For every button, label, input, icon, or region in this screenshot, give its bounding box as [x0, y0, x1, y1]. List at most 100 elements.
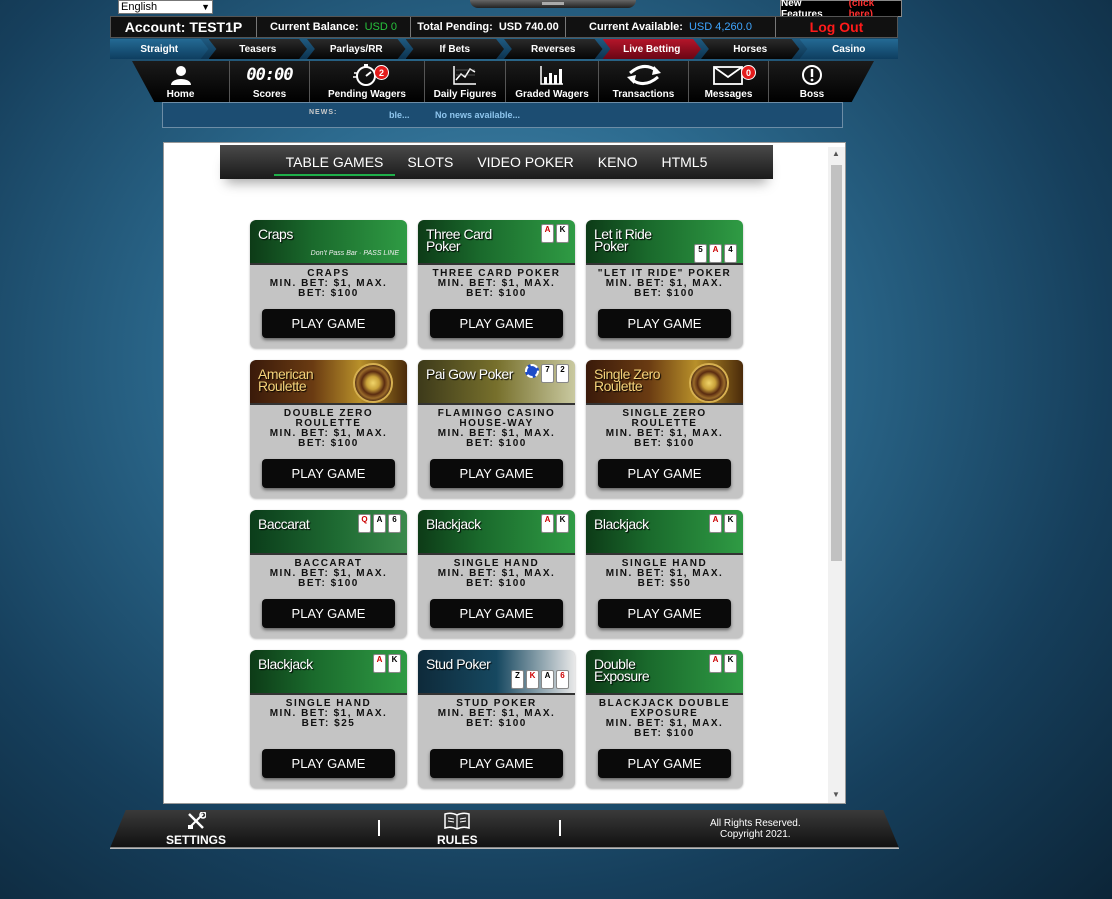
banner-title: Pai Gow Poker [426, 366, 513, 382]
nav-pending-wagers[interactable]: 2 Pending Wagers [310, 61, 425, 102]
game-limits: MIN. BET: $1, MAX. BET: $100 [437, 428, 556, 449]
game-info: STUD POKER MIN. BET: $1, MAX. BET: $100 [418, 695, 575, 747]
game-banner: Pai Gow Poker 72 [418, 360, 575, 405]
scroll-up-icon[interactable]: ▲ [832, 149, 840, 158]
top-drawer-handle[interactable] [470, 0, 636, 8]
game-name: DOUBLE ZERO ROULETTE [283, 408, 374, 429]
game-name: BLACKJACK DOUBLE EXPOSURE [598, 698, 731, 719]
play-game-button[interactable]: PLAY GAME [598, 599, 731, 628]
game-banner: Let it Ride Poker 5A4 [586, 220, 743, 265]
available-value: USD 4,260.0 [688, 21, 752, 33]
tab-html5[interactable]: HTML5 [649, 145, 719, 179]
tools-icon [186, 811, 207, 833]
nav-home[interactable]: Home [132, 61, 230, 102]
tab-video-poker[interactable]: VIDEO POKER [465, 145, 585, 179]
settings-label: SETTINGS [166, 833, 227, 847]
game-banner: Blackjack AK [418, 510, 575, 555]
play-game-button[interactable]: PLAY GAME [430, 309, 563, 338]
rules-label: RULES [437, 833, 478, 847]
play-game-button[interactable]: PLAY GAME [262, 459, 395, 488]
nav-messages[interactable]: 0 Messages [689, 61, 769, 102]
rights-text: All Rights Reserved. [710, 818, 801, 829]
scrollbar[interactable]: ▲ ▼ [828, 147, 845, 803]
games-grid: Craps Don't Pass Bar · PASS LINE CRAPS M… [250, 220, 750, 788]
tab-slots[interactable]: SLOTS [395, 145, 465, 179]
game-banner: Single Zero Roulette [586, 360, 743, 405]
banner-title: Blackjack [426, 516, 481, 532]
language-value: English [121, 1, 158, 13]
game-limits: MIN. BET: $1, MAX. BET: $100 [605, 278, 724, 299]
play-game-button[interactable]: PLAY GAME [430, 459, 563, 488]
nav-scores-label: Scores [252, 89, 287, 100]
nav-transactions[interactable]: Transactions [599, 61, 689, 102]
game-limits: MIN. BET: $1, MAX. BET: $50 [605, 568, 724, 589]
casino-tabs: TABLE GAMES SLOTS VIDEO POKER KENO HTML5 [220, 145, 773, 179]
roulette-wheel-icon [353, 363, 393, 403]
sports-nav-live-betting[interactable]: Live Betting [602, 39, 701, 59]
play-game-button[interactable]: PLAY GAME [430, 599, 563, 628]
sports-nav-if-bets[interactable]: If Bets [405, 39, 504, 59]
sports-nav-horses[interactable]: Horses [701, 39, 800, 59]
account-label: Account: TEST1P [111, 17, 257, 37]
scroll-down-icon[interactable]: ▼ [832, 790, 840, 799]
cards-icon: AK [541, 514, 569, 533]
banner-title: Three Card Poker [426, 226, 492, 254]
cards-icon: AK [541, 224, 569, 243]
game-banner: Double Exposure AK [586, 650, 743, 695]
nav-scores[interactable]: 00:00 Scores [230, 61, 310, 102]
nav-daily-figures[interactable]: Daily Figures [425, 61, 506, 102]
sports-nav-reverses[interactable]: Reverses [504, 39, 603, 59]
game-card: Let it Ride Poker 5A4 "LET IT RIDE" POKE… [586, 220, 743, 348]
current-available: Current Available: USD 4,260.0 [566, 17, 776, 37]
nav-boss[interactable]: Boss [769, 61, 855, 102]
play-game-button[interactable]: PLAY GAME [262, 309, 395, 338]
play-game-button[interactable]: PLAY GAME [598, 459, 731, 488]
play-game-button[interactable]: PLAY GAME [262, 749, 395, 778]
new-features-link[interactable]: New Features (click here) [780, 0, 902, 20]
play-game-button[interactable]: PLAY GAME [598, 309, 731, 338]
game-banner: Stud Poker ZKA6 [418, 650, 575, 695]
logout-button[interactable]: Log Out [776, 17, 897, 37]
game-limits: MIN. BET: $1, MAX. BET: $100 [269, 278, 388, 299]
news-bar: NEWS: ble... No news available... [162, 102, 843, 128]
sports-nav-straight[interactable]: Straight [110, 39, 209, 59]
cards-icon: 72 [525, 364, 569, 383]
game-banner: Craps Don't Pass Bar · PASS LINE [250, 220, 407, 265]
nav-graded-label: Graded Wagers [515, 89, 589, 100]
scrollbar-thumb[interactable] [831, 165, 842, 561]
felt-decoration-icon: Don't Pass Bar · PASS LINE [310, 250, 399, 257]
sports-nav-teasers[interactable]: Teasers [208, 39, 307, 59]
play-game-button[interactable]: PLAY GAME [262, 599, 395, 628]
banner-title: Stud Poker [426, 656, 491, 672]
tab-keno[interactable]: KENO [586, 145, 650, 179]
current-balance: Current Balance: USD 0 [257, 17, 411, 37]
tab-table-games[interactable]: TABLE GAMES [273, 145, 396, 179]
rules-button[interactable]: RULES [437, 812, 478, 847]
game-info: BLACKJACK DOUBLE EXPOSURE MIN. BET: $1, … [586, 695, 743, 747]
clock-digits-icon: 00:00 [246, 64, 293, 85]
pending-label: Total Pending: [417, 21, 493, 33]
game-limits: MIN. BET: $1, MAX. BET: $100 [437, 568, 556, 589]
main-nav: Home 00:00 Scores 2 Pending Wagers Daily… [132, 61, 874, 102]
refresh-arrows-icon [624, 62, 664, 87]
banner-title: Single Zero Roulette [594, 366, 661, 394]
footer-divider [559, 820, 561, 836]
cards-icon: ZKA6 [511, 670, 569, 689]
available-label: Current Available: [589, 21, 683, 33]
nav-home-label: Home [166, 89, 195, 100]
footer: SETTINGS RULES All Rights Reserved. Copy… [110, 810, 899, 848]
language-select[interactable]: English ▼ [118, 0, 213, 14]
play-game-button[interactable]: PLAY GAME [430, 749, 563, 778]
sports-nav-casino[interactable]: Casino [799, 39, 898, 59]
game-info: SINGLE HAND MIN. BET: $1, MAX. BET: $100 [418, 555, 575, 597]
alert-icon [801, 62, 823, 87]
settings-button[interactable]: SETTINGS [166, 811, 227, 847]
nav-graded-wagers[interactable]: Graded Wagers [506, 61, 599, 102]
game-card: Three Card Poker AK THREE CARD POKER MIN… [418, 220, 575, 348]
sports-nav-parlays[interactable]: Parlays/RR [307, 39, 406, 59]
cards-icon: 5A4 [694, 244, 737, 263]
nav-daily-label: Daily Figures [433, 89, 497, 100]
cards-icon: AK [373, 654, 401, 673]
news-ticker-text: No news available... [435, 110, 521, 120]
play-game-button[interactable]: PLAY GAME [598, 749, 731, 778]
